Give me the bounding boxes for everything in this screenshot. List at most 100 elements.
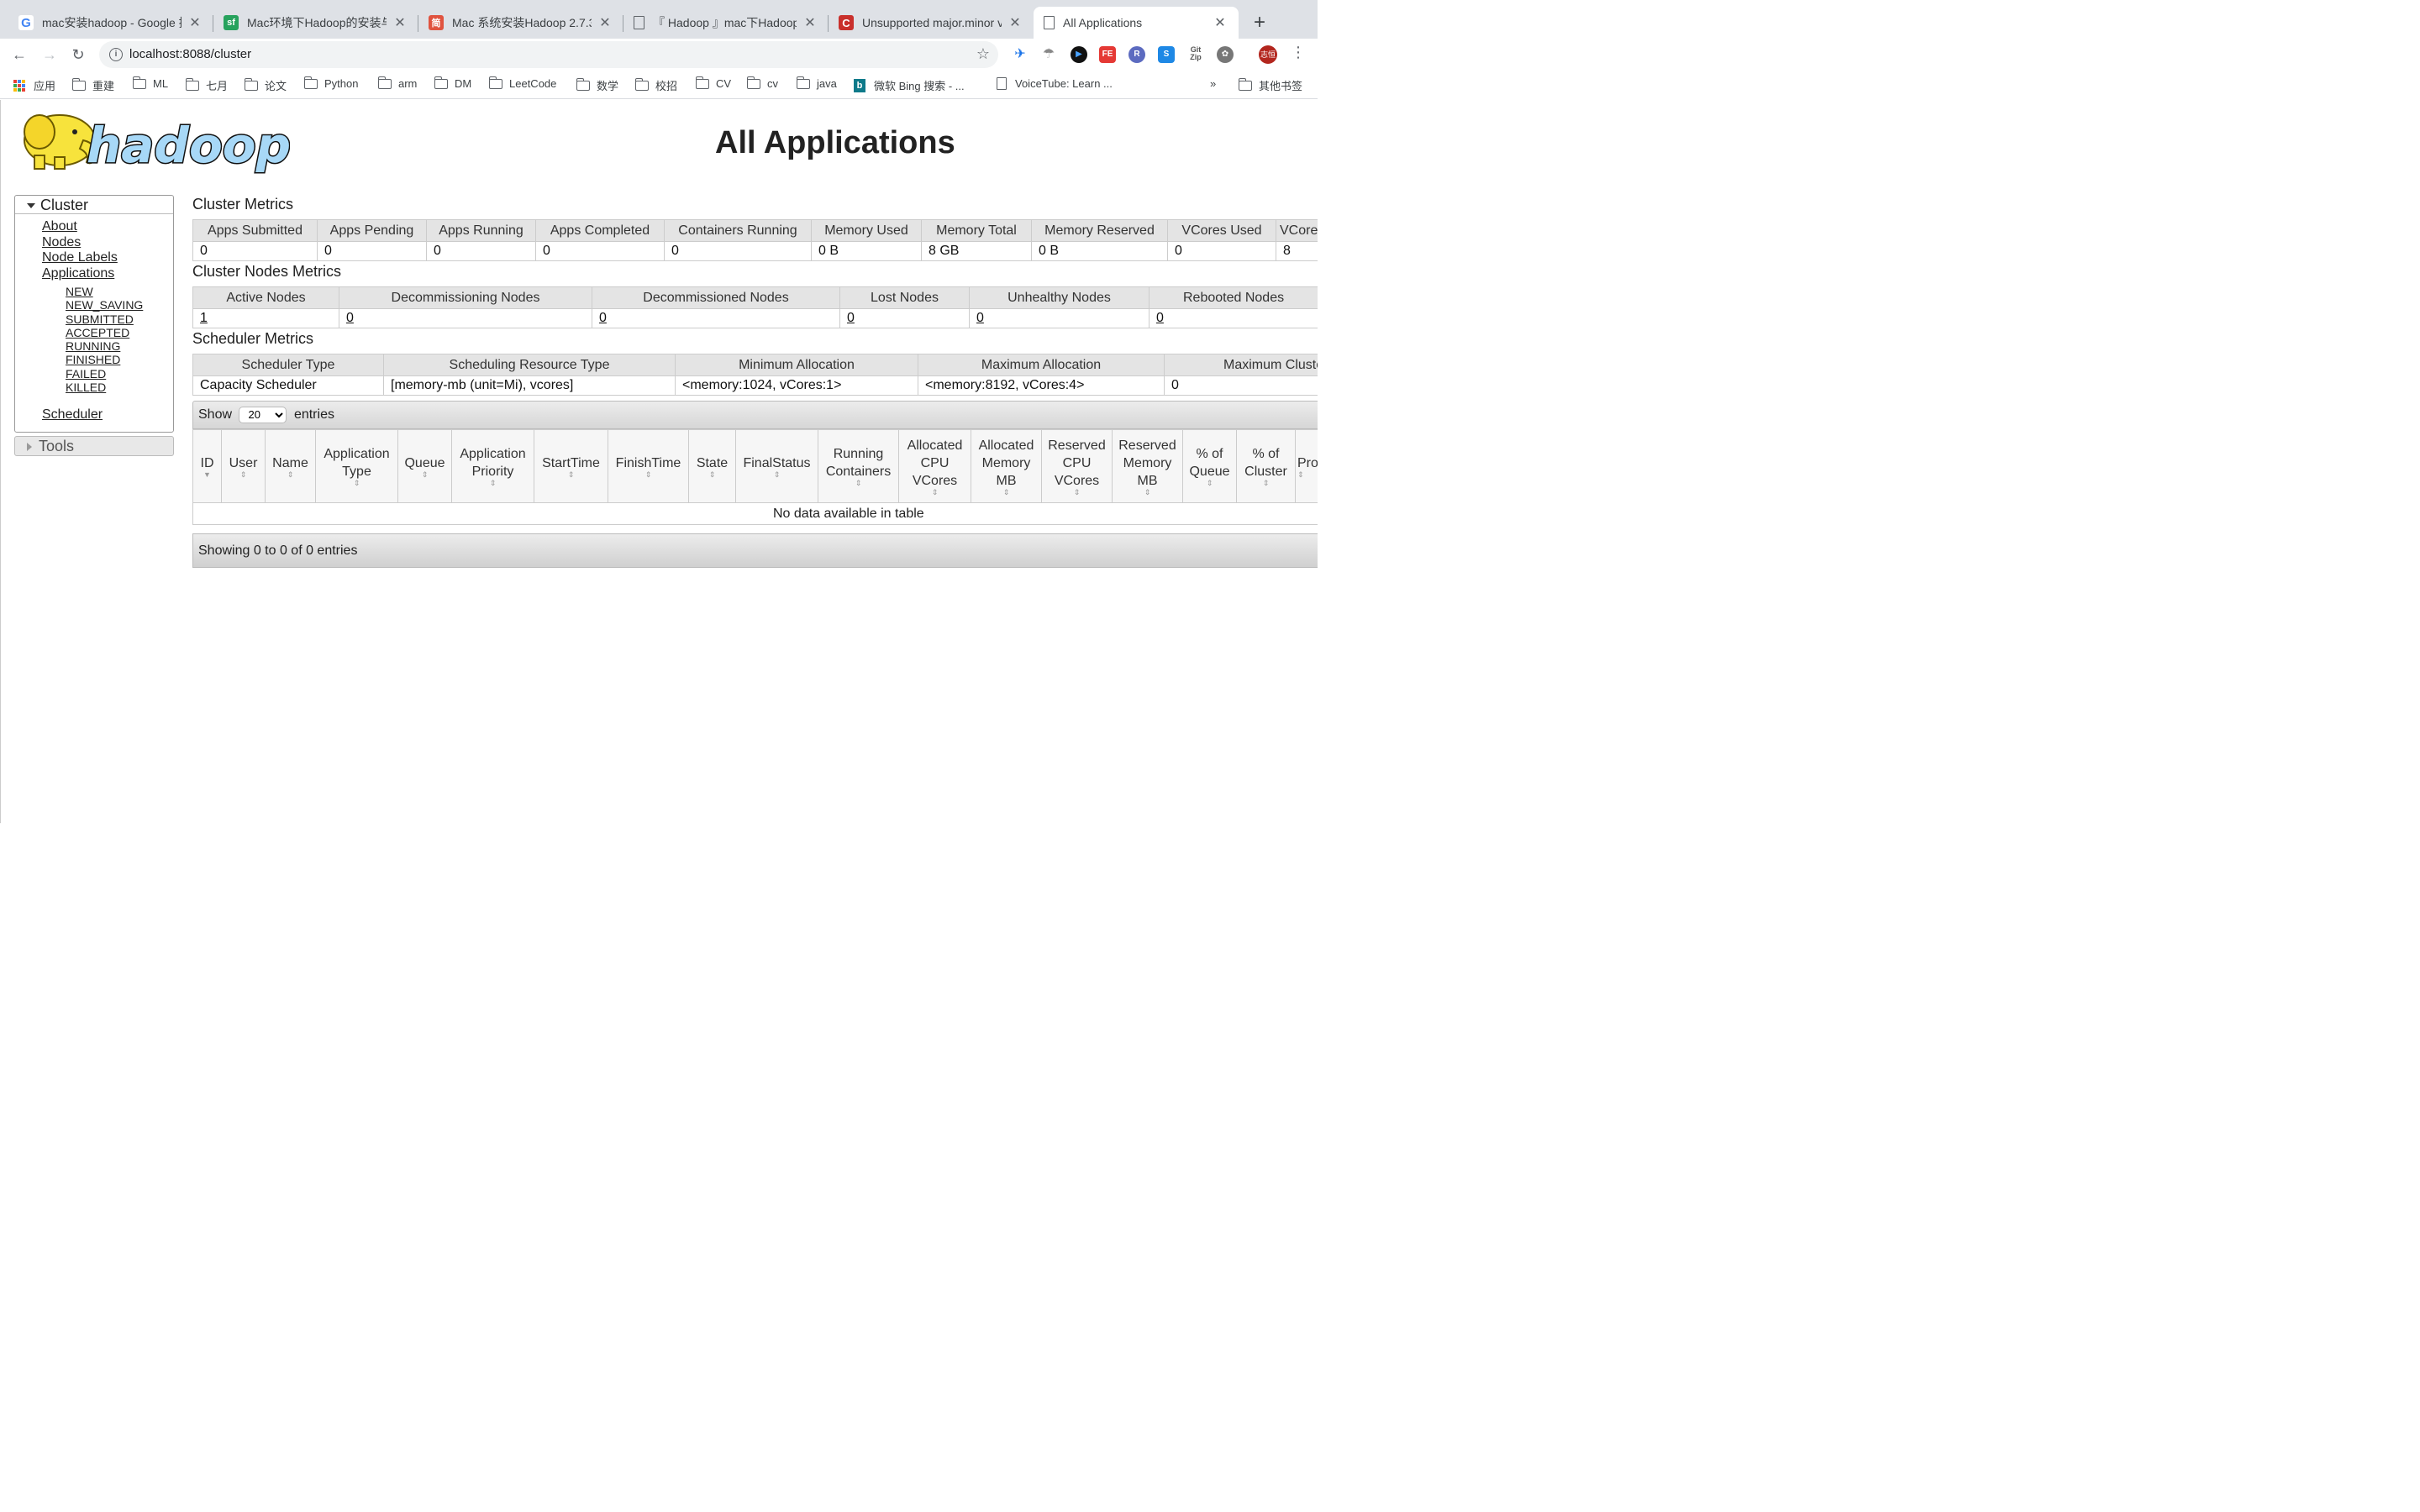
nav-link-nodes[interactable]: Nodes	[42, 235, 173, 251]
tools-menu-header[interactable]: Tools	[14, 435, 174, 456]
browser-tab[interactable]: 『 Hadoop 』mac下Hadoop的 ✕	[623, 7, 829, 39]
nav-link-scheduler[interactable]: Scheduler	[42, 407, 173, 423]
column-header-name[interactable]: Name ⇕	[265, 429, 316, 503]
forward-arrow-icon[interactable]: →	[39, 44, 60, 66]
bookmark-folder[interactable]: LeetCode	[488, 76, 556, 90]
bookmark-folder[interactable]: arm	[377, 76, 417, 90]
column-header-user[interactable]: User ⇕	[221, 429, 266, 503]
nav-link-state-running[interactable]: RUNNING	[66, 339, 173, 353]
nav-link-node-labels[interactable]: Node Labels	[42, 250, 173, 266]
nav-link-state-finished[interactable]: FINISHED	[66, 353, 173, 366]
tab-title: mac安装hadoop - Google 搜	[42, 16, 182, 29]
table-cell: 8 GB	[921, 241, 1032, 261]
apps-grid-icon	[13, 79, 25, 92]
column-header-percent-queue[interactable]: % of Queue ⇕	[1182, 429, 1237, 503]
rebooted-nodes-link[interactable]: 0	[1156, 311, 1164, 325]
page-icon	[997, 77, 1007, 90]
browser-tab[interactable]: G mac安装hadoop - Google 搜 ✕	[8, 7, 213, 39]
table-cell: Capacity Scheduler	[192, 375, 384, 396]
decommissioning-nodes-link[interactable]: 0	[346, 311, 354, 325]
address-bar[interactable]: i localhost:8088/cluster ☆	[99, 41, 998, 68]
bookmark-apps[interactable]: 应用	[13, 77, 55, 93]
bookmark-folder[interactable]: 校招	[634, 77, 677, 93]
column-header-reserved-cpu[interactable]: Reserved CPU VCores ⇕	[1041, 429, 1113, 503]
decommissioned-nodes-link[interactable]: 0	[599, 311, 607, 325]
bird-extension-icon[interactable]: ✈	[1012, 46, 1028, 63]
google-icon: G	[18, 15, 34, 30]
csdn-icon: C	[839, 15, 854, 30]
bookmark-folder[interactable]: ML	[132, 76, 168, 90]
nav-link-state-new-saving[interactable]: NEW_SAVING	[66, 298, 173, 312]
column-header-state[interactable]: State ⇕	[688, 429, 736, 503]
column-header-final-status[interactable]: FinalStatus ⇕	[735, 429, 818, 503]
browser-tab-active[interactable]: All Applications ✕	[1034, 7, 1239, 39]
avatar[interactable]: 志恒	[1259, 45, 1277, 64]
bookmark-voicetube[interactable]: VoiceTube: Learn ...	[997, 77, 1113, 90]
menu-icon[interactable]: ⋮	[1291, 44, 1306, 61]
info-icon[interactable]: i	[109, 48, 123, 61]
column-header-application-type[interactable]: Application Type ⇕	[315, 429, 398, 503]
column-header-running-containers[interactable]: Running Containers ⇕	[818, 429, 899, 503]
bookmark-folder[interactable]: 七月	[185, 77, 228, 93]
fe-extension-icon[interactable]: FE	[1099, 46, 1116, 63]
close-icon[interactable]: ✕	[393, 14, 407, 31]
column-header-percent-cluster[interactable]: % of Cluster ⇕	[1236, 429, 1296, 503]
table-header: Memory Total	[921, 219, 1032, 242]
bookmark-folder[interactable]: 重建	[71, 77, 114, 93]
bookmark-folder[interactable]: 论文	[244, 77, 287, 93]
reload-icon[interactable]: ↻	[67, 44, 89, 66]
play-extension-icon[interactable]: ▶	[1071, 46, 1087, 63]
column-header-queue[interactable]: Queue ⇕	[397, 429, 452, 503]
bookmark-folder[interactable]: DM	[434, 76, 471, 90]
bookmark-folder[interactable]: Python	[303, 76, 358, 90]
bookmark-folder[interactable]: cv	[746, 76, 778, 90]
column-header-application-priority[interactable]: Application Priority ⇕	[451, 429, 534, 503]
column-header-allocated-cpu[interactable]: Allocated CPU VCores ⇕	[898, 429, 971, 503]
browser-tab[interactable]: 简 Mac 系统安装Hadoop 2.7.3 - ✕	[418, 7, 623, 39]
hadoop-logo: hadoop	[24, 114, 290, 176]
page-size-select[interactable]: 20	[239, 406, 287, 423]
r-extension-icon[interactable]: R	[1128, 46, 1145, 63]
back-arrow-icon[interactable]: ←	[8, 44, 30, 66]
bookmark-bing[interactable]: b 微软 Bing 搜索 - ...	[854, 77, 965, 93]
close-icon[interactable]: ✕	[1213, 14, 1227, 31]
column-header-progress[interactable]: Progress⇕	[1295, 429, 1318, 503]
bookmark-folder[interactable]: CV	[695, 76, 731, 90]
close-icon[interactable]: ✕	[188, 14, 202, 31]
nav-link-state-submitted[interactable]: SUBMITTED	[66, 312, 173, 326]
other-bookmarks[interactable]: 其他书签	[1238, 77, 1302, 93]
browser-tab[interactable]: C Unsupported major.minor ve ✕	[829, 7, 1034, 39]
nav-link-state-failed[interactable]: FAILED	[66, 367, 173, 381]
nav-link-about[interactable]: About	[42, 219, 173, 235]
column-header-allocated-memory[interactable]: Allocated Memory MB ⇕	[971, 429, 1042, 503]
nav-link-applications[interactable]: Applications	[42, 266, 173, 282]
nav-link-state-killed[interactable]: KILLED	[66, 381, 173, 394]
gear-extension-icon[interactable]: ✿	[1217, 46, 1234, 63]
nav-link-state-new[interactable]: NEW	[66, 285, 173, 298]
bookmarks-overflow-button[interactable]: »	[1210, 77, 1216, 90]
active-nodes-link[interactable]: 1	[200, 311, 208, 325]
nav-link-state-accepted[interactable]: ACCEPTED	[66, 326, 173, 339]
url-text[interactable]: localhost:8088/cluster	[129, 47, 251, 61]
gitzip-extension-icon[interactable]: Git Zip	[1185, 46, 1207, 63]
new-tab-button[interactable]: +	[1249, 12, 1270, 34]
collapse-triangle-icon	[27, 443, 32, 452]
column-header-id[interactable]: ID ▼	[192, 429, 222, 503]
bookmark-star-icon[interactable]: ☆	[976, 45, 990, 63]
column-header-reserved-memory[interactable]: Reserved Memory MB ⇕	[1112, 429, 1183, 503]
unhealthy-nodes-link[interactable]: 0	[976, 311, 984, 325]
column-header-finish-time[interactable]: FinishTime ⇕	[608, 429, 689, 503]
close-icon[interactable]: ✕	[803, 14, 817, 31]
close-icon[interactable]: ✕	[1008, 14, 1022, 31]
browser-tab[interactable]: sf Mac环境下Hadoop的安装与配 ✕	[213, 7, 418, 39]
column-header-start-time[interactable]: StartTime ⇕	[534, 429, 608, 503]
close-icon[interactable]: ✕	[598, 14, 612, 31]
lost-nodes-link[interactable]: 0	[847, 311, 855, 325]
folder-icon	[434, 76, 448, 89]
bookmark-folder[interactable]: java	[796, 76, 837, 90]
s-extension-icon[interactable]: S	[1158, 46, 1175, 63]
folder-icon	[303, 76, 318, 89]
cluster-menu-header[interactable]: Cluster	[15, 196, 173, 214]
parachute-extension-icon[interactable]: ☂	[1040, 46, 1057, 63]
bookmark-folder[interactable]: 数学	[576, 77, 618, 93]
